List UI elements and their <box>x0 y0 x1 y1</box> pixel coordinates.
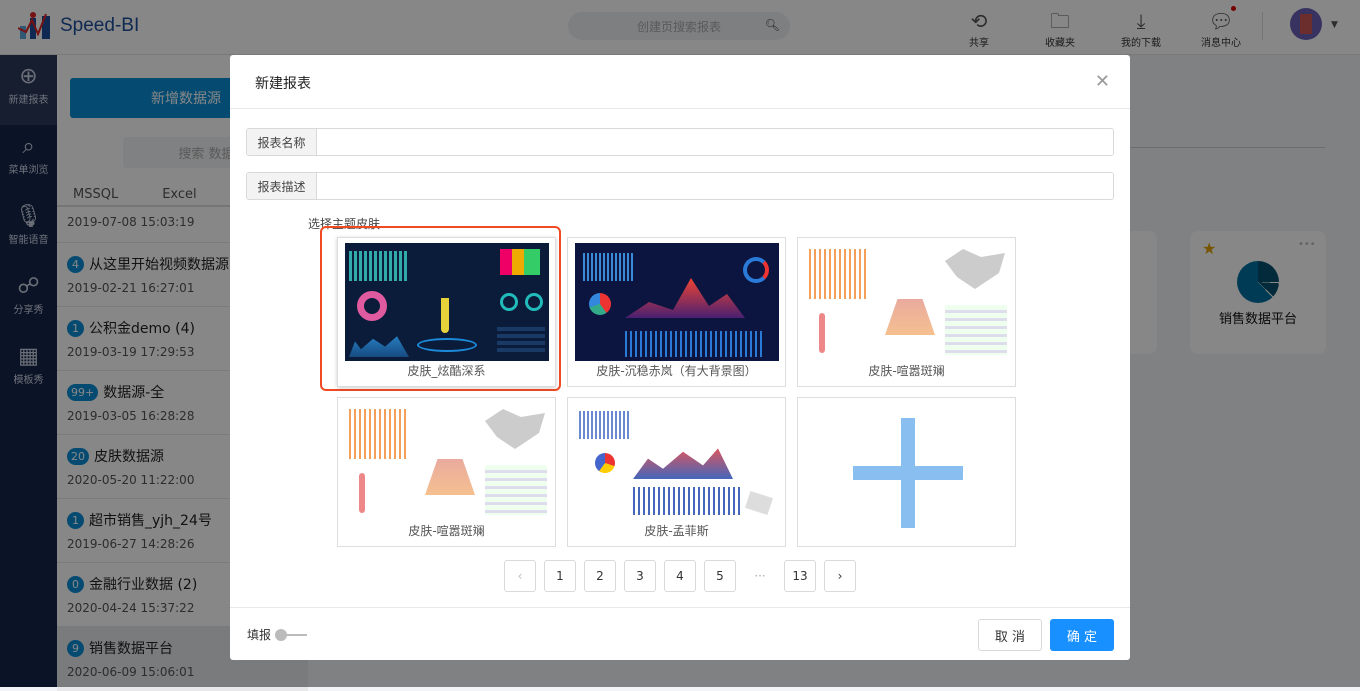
skin-caption: 皮肤-孟菲斯 <box>644 524 709 538</box>
skin-thumbnail <box>575 403 779 521</box>
page-5[interactable]: 5 <box>704 560 736 592</box>
prev-page-button[interactable]: ‹ <box>504 560 536 592</box>
skin-card-memphis[interactable]: 皮肤-孟菲斯 <box>567 397 786 547</box>
report-name-input[interactable] <box>317 129 1113 155</box>
report-desc-input[interactable] <box>317 173 1113 199</box>
next-page-button[interactable]: › <box>824 560 856 592</box>
page-ellipsis[interactable]: ··· <box>744 560 776 592</box>
toggle-knob <box>275 629 287 641</box>
cancel-button[interactable]: 取 消 <box>978 619 1042 651</box>
skin-thumbnail <box>345 243 549 361</box>
page-4[interactable]: 4 <box>664 560 696 592</box>
plus-icon-bar <box>853 466 963 480</box>
skin-card-calm-red[interactable]: 皮肤-沉稳赤岚（有大背景图） <box>567 237 786 387</box>
page-1[interactable]: 1 <box>544 560 576 592</box>
skin-card-colorful[interactable]: 皮肤-喧嚣斑斓 <box>797 237 1016 387</box>
skin-card-cool-dark[interactable]: 皮肤_炫酷深系 <box>337 237 556 387</box>
add-skin-button[interactable] <box>797 397 1016 547</box>
skin-thumbnail <box>575 243 779 361</box>
skin-card-colorful-2[interactable]: 皮肤-喧嚣斑斓 <box>337 397 556 547</box>
page-3[interactable]: 3 <box>624 560 656 592</box>
page-13[interactable]: 13 <box>784 560 816 592</box>
new-report-dialog: 新建报表 ✕ 报表名称 报表描述 选择主题皮肤 皮肤_炫酷深系 皮肤-沉稳赤岚（有… <box>230 55 1130 660</box>
report-desc-label: 报表描述 <box>247 173 317 199</box>
page-2[interactable]: 2 <box>584 560 616 592</box>
report-name-label: 报表名称 <box>247 129 317 155</box>
close-icon[interactable]: ✕ <box>1095 71 1110 92</box>
skin-caption: 皮肤-喧嚣斑斓 <box>408 524 485 538</box>
divider <box>230 607 1130 608</box>
fill-label: 填报 <box>247 628 272 642</box>
skin-caption: 皮肤_炫酷深系 <box>407 364 486 378</box>
skin-thumbnail <box>805 243 1009 361</box>
report-desc-field: 报表描述 <box>246 172 1114 200</box>
skin-caption: 皮肤-沉稳赤岚（有大背景图） <box>596 364 757 378</box>
skin-thumbnail <box>345 403 549 521</box>
skin-caption: 皮肤-喧嚣斑斓 <box>868 364 945 378</box>
confirm-button[interactable]: 确 定 <box>1050 619 1114 651</box>
report-name-field: 报表名称 <box>246 128 1114 156</box>
fill-toggle[interactable] <box>275 629 307 641</box>
dialog-title: 新建报表 <box>255 76 311 92</box>
